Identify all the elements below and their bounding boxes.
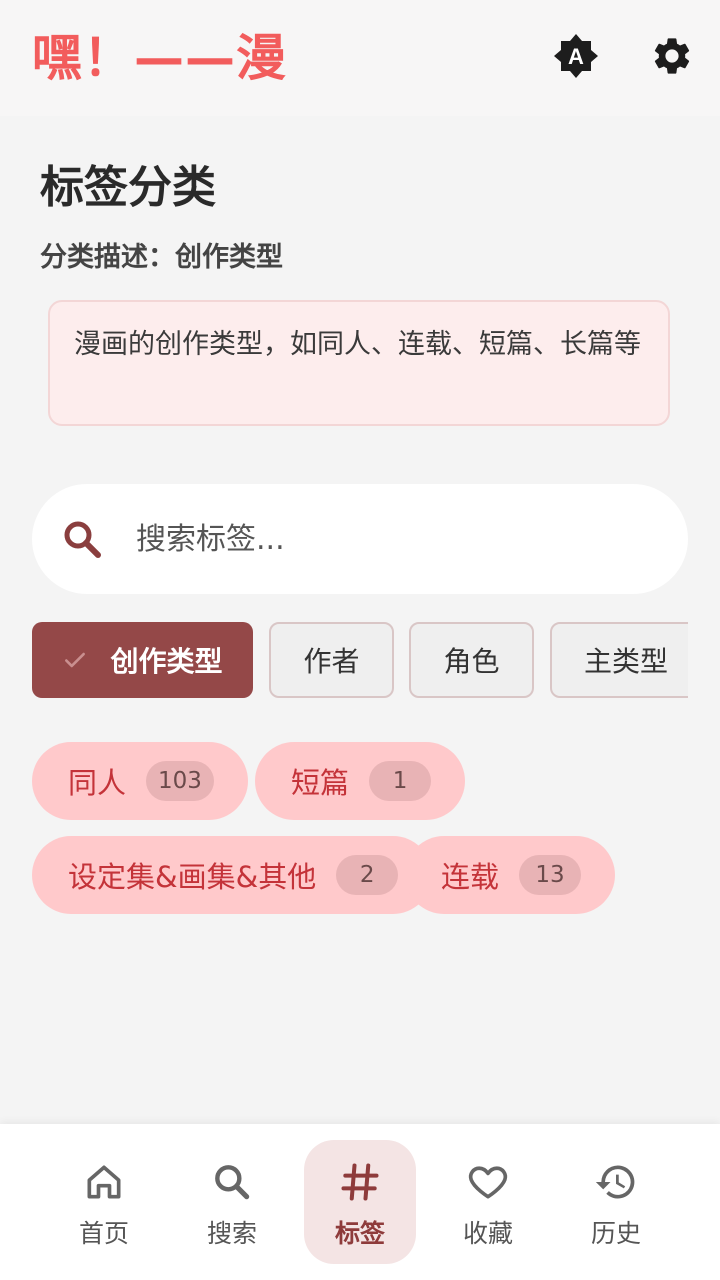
tag-chip[interactable]: 短篇 1 (255, 742, 466, 820)
nav-label: 历史 (590, 1219, 641, 1248)
tag-count-badge: 1 (369, 761, 432, 801)
category-chip-creation-type[interactable]: 创作类型 (32, 622, 253, 698)
tag-label: 连载 (441, 860, 500, 894)
category-chip-main-type[interactable]: 主类型 (550, 622, 688, 698)
tag-label: 同人 (68, 766, 127, 800)
tag-count-badge: 103 (146, 761, 214, 801)
nav-item-favorites[interactable]: 收藏 (432, 1140, 544, 1264)
gear-icon (650, 34, 694, 78)
nav-label: 标签 (334, 1219, 385, 1248)
svg-text:A: A (568, 44, 584, 69)
theme-toggle-button[interactable]: A (548, 28, 604, 84)
category-chip-character[interactable]: 角色 (409, 622, 534, 698)
tag-search-bar[interactable] (32, 484, 688, 594)
search-icon (176, 1160, 288, 1204)
home-icon (48, 1160, 160, 1204)
nav-item-search[interactable]: 搜索 (176, 1140, 288, 1264)
tag-search-input[interactable] (134, 520, 618, 558)
tag-chip[interactable]: 设定集&画集&其他 2 (32, 836, 433, 914)
bottom-navigation: 首页 搜索 标签 收藏 历史 (0, 1124, 720, 1280)
settings-button[interactable] (644, 28, 700, 84)
category-description-box: 漫画的创作类型，如同人、连载、短篇、长篇等 (48, 300, 670, 426)
search-icon (60, 517, 104, 561)
chip-label: 作者 (303, 645, 360, 678)
nav-label: 首页 (78, 1219, 129, 1248)
tag-count-badge: 13 (519, 855, 582, 895)
hash-icon (304, 1160, 416, 1204)
nav-label: 搜索 (206, 1219, 257, 1248)
chip-label: 角色 (443, 645, 500, 678)
heart-icon (432, 1160, 544, 1204)
nav-label: 收藏 (462, 1219, 513, 1248)
category-chip-row: 创作类型 作者 角色 主类型 (32, 622, 688, 698)
app-title: 嘿！——漫 (32, 29, 287, 87)
chip-label: 主类型 (583, 645, 668, 678)
history-icon (560, 1160, 672, 1204)
tag-chip[interactable]: 同人 103 (32, 742, 248, 820)
category-chip-author[interactable]: 作者 (269, 622, 394, 698)
tag-label: 设定集&画集&其他 (68, 860, 317, 894)
tag-chip[interactable]: 连载 13 (405, 836, 616, 914)
chip-label: 创作类型 (110, 645, 223, 678)
tag-count-badge: 2 (336, 855, 399, 895)
nav-item-home[interactable]: 首页 (48, 1140, 160, 1264)
auto-theme-icon: A (553, 33, 599, 79)
category-description-text: 漫画的创作类型，如同人、连载、短篇、长篇等 (74, 329, 641, 360)
nav-item-tags[interactable]: 标签 (304, 1140, 416, 1264)
category-description-label: 分类描述：创作类型 (40, 242, 283, 273)
app-bar: 嘿！——漫 A (0, 0, 720, 116)
check-icon (62, 647, 88, 673)
tag-label: 短篇 (291, 766, 350, 800)
page-title: 标签分类 (40, 162, 216, 213)
nav-item-history[interactable]: 历史 (560, 1140, 672, 1264)
